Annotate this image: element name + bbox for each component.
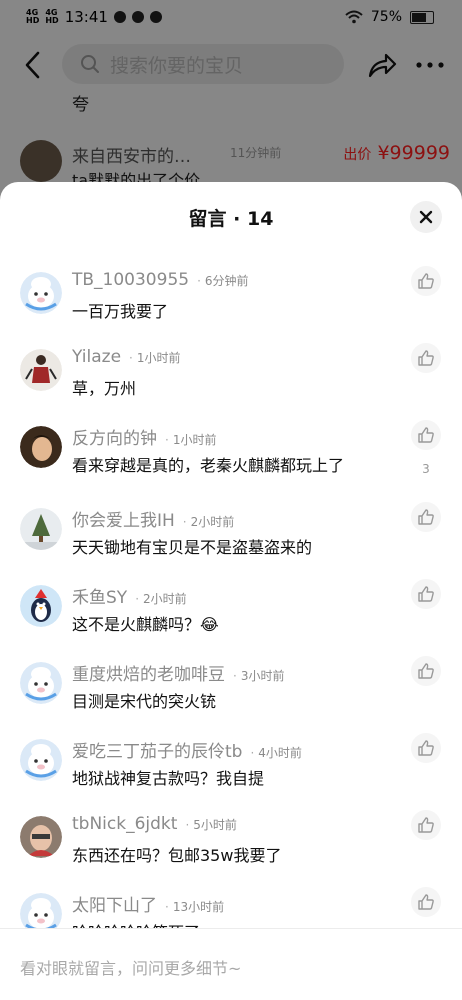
comment-time: 2小时前 bbox=[135, 590, 187, 607]
avatar[interactable] bbox=[20, 816, 62, 858]
comment-author[interactable]: TB_10030955 bbox=[72, 270, 189, 290]
close-icon bbox=[419, 210, 433, 224]
comment-item: Yilaze 1小时前 草，万州 bbox=[0, 343, 462, 413]
sheet-header: 留言 · 14 bbox=[0, 182, 462, 252]
comment-text: 地狱战神复古款吗？我自提 bbox=[72, 769, 265, 788]
comment-time: 13小时前 bbox=[165, 898, 224, 915]
comment-author[interactable]: 你会爱上我IH bbox=[72, 506, 175, 531]
alpaca-avatar-icon bbox=[20, 739, 62, 781]
thumbs-up-icon bbox=[418, 663, 434, 679]
comment-text: 天天锄地有宝贝是不是盗墓盗来的 bbox=[72, 538, 313, 557]
comment-text: 草，万州 bbox=[72, 379, 137, 398]
avatar[interactable] bbox=[20, 426, 62, 468]
person-avatar-icon bbox=[20, 426, 62, 468]
avatar[interactable] bbox=[20, 349, 62, 391]
like-button[interactable] bbox=[411, 420, 441, 450]
comments-sheet: 留言 · 14 TB_10030955 6分钟前 一百万我要了 bbox=[0, 182, 462, 1000]
comment-text: 这不是火麒麟吗？😂 bbox=[72, 615, 219, 634]
thumbs-up-icon bbox=[418, 509, 434, 525]
comment-time: 5小时前 bbox=[185, 816, 237, 833]
comment-item: 禾鱼SY 2小时前 这不是火麒麟吗？😂 bbox=[0, 579, 462, 649]
tree-avatar-icon bbox=[20, 508, 62, 550]
like-button[interactable] bbox=[411, 656, 441, 686]
avatar[interactable] bbox=[20, 739, 62, 781]
like-button[interactable] bbox=[411, 502, 441, 532]
comment-text: 东西还在吗？包邮35w我要了 bbox=[72, 846, 282, 865]
figure-avatar-icon bbox=[20, 349, 62, 391]
alpaca-avatar-icon bbox=[20, 272, 62, 314]
like-button[interactable] bbox=[411, 733, 441, 763]
thumbs-up-icon bbox=[418, 740, 434, 756]
comment-author[interactable]: 爱吃三丁茄子的辰伶tb bbox=[72, 737, 242, 762]
comment-item: 你会爱上我IH 2小时前 天天锄地有宝贝是不是盗墓盗来的 bbox=[0, 502, 462, 572]
avatar[interactable] bbox=[20, 508, 62, 550]
comment-text: 目测是宋代的突火铳 bbox=[72, 692, 217, 711]
comment-input-bar: 看对眼就留言，问问更多细节~ bbox=[0, 928, 462, 1000]
like-button[interactable] bbox=[411, 266, 441, 296]
comment-time: 6分钟前 bbox=[197, 272, 249, 289]
comment-item: 爱吃三丁茄子的辰伶tb 4小时前 地狱战神复古款吗？我自提 bbox=[0, 733, 462, 803]
like-button[interactable] bbox=[411, 343, 441, 373]
comment-time: 1小时前 bbox=[129, 349, 181, 366]
comment-time: 2小时前 bbox=[183, 513, 235, 530]
like-count: 3 bbox=[422, 462, 430, 476]
thumbs-up-icon bbox=[418, 894, 434, 910]
comment-item: 重度烘焙的老咖啡豆 3小时前 目测是宋代的突火铳 bbox=[0, 656, 462, 726]
thumbs-up-icon bbox=[418, 586, 434, 602]
penguin-avatar-icon bbox=[20, 585, 62, 627]
thumbs-up-icon bbox=[418, 350, 434, 366]
thumbs-up-icon bbox=[418, 817, 434, 833]
comment-author[interactable]: Yilaze bbox=[72, 347, 121, 367]
thumbs-up-icon bbox=[418, 427, 434, 443]
alpaca-avatar-icon bbox=[20, 662, 62, 704]
comment-item: TB_10030955 6分钟前 一百万我要了 bbox=[0, 266, 462, 336]
thumbs-up-icon bbox=[418, 273, 434, 289]
avatar[interactable] bbox=[20, 585, 62, 627]
comment-author[interactable]: tbNick_6jdkt bbox=[72, 814, 177, 834]
close-button[interactable] bbox=[410, 201, 442, 233]
comment-author[interactable]: 反方向的钟 bbox=[72, 424, 157, 449]
sheet-title: 留言 · 14 bbox=[188, 208, 274, 230]
comment-time: 4小时前 bbox=[250, 744, 302, 761]
like-button[interactable] bbox=[411, 579, 441, 609]
comment-item: tbNick_6jdkt 5小时前 东西还在吗？包邮35w我要了 bbox=[0, 810, 462, 880]
comment-time: 1小时前 bbox=[165, 431, 217, 448]
comment-item: 反方向的钟 1小时前 看来穿越是真的，老秦火麒麟都玩上了 3 bbox=[0, 420, 462, 490]
comment-text: 看来穿越是真的，老秦火麒麟都玩上了 bbox=[72, 456, 345, 475]
avatar[interactable] bbox=[20, 272, 62, 314]
comment-author[interactable]: 禾鱼SY bbox=[72, 583, 127, 608]
comment-time: 3小时前 bbox=[233, 667, 285, 684]
avatar[interactable] bbox=[20, 662, 62, 704]
like-button[interactable] bbox=[411, 887, 441, 917]
comment-input[interactable]: 看对眼就留言，问问更多细节~ bbox=[20, 955, 241, 979]
like-button[interactable] bbox=[411, 810, 441, 840]
comment-text: 一百万我要了 bbox=[72, 302, 169, 321]
comment-author[interactable]: 太阳下山了 bbox=[72, 891, 157, 916]
person-avatar-icon bbox=[20, 816, 62, 858]
comment-author[interactable]: 重度烘焙的老咖啡豆 bbox=[72, 660, 225, 685]
